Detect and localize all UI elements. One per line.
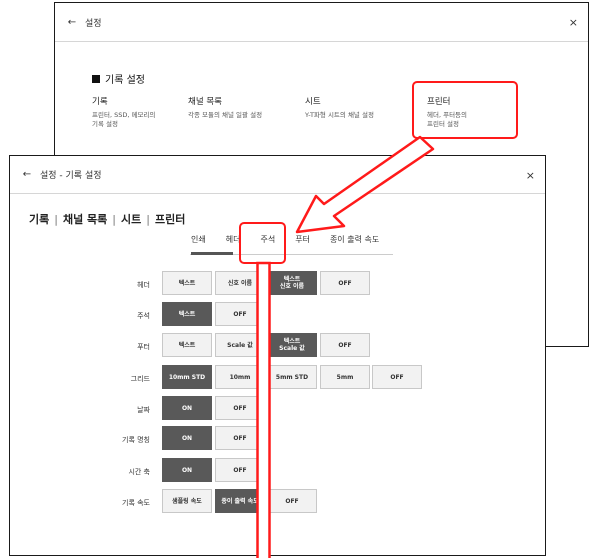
vertical-pointer-bar bbox=[256, 261, 271, 558]
diagonal-arrow-icon bbox=[295, 135, 435, 234]
callout-arrows bbox=[256, 135, 435, 558]
